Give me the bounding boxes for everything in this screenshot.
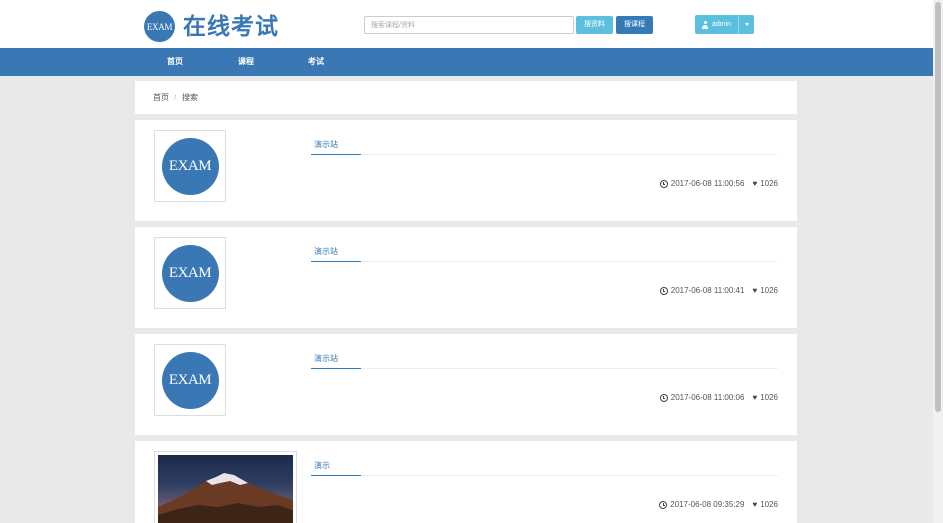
breadcrumb-separator: / bbox=[174, 93, 177, 102]
clock-icon bbox=[659, 180, 668, 188]
result-title-row: 演示 bbox=[311, 457, 778, 476]
result-card: 演示 2017-06-08 09:35:29 ♥ 1026 bbox=[135, 441, 797, 523]
result-card: EXAM 演示站 2017-06-08 11:00:41 ♥ 1026 bbox=[135, 227, 797, 328]
result-meta: 2017-06-08 11:00:56 ♥ 1026 bbox=[659, 179, 778, 189]
nav-item-exams[interactable]: 考试 bbox=[308, 48, 324, 76]
result-meta: 2017-06-08 09:35:29 ♥ 1026 bbox=[659, 500, 778, 510]
result-card: EXAM 演示站 2017-06-08 11:00:06 ♥ 1026 bbox=[135, 334, 797, 435]
result-thumbnail[interactable]: EXAM bbox=[154, 344, 226, 416]
heart-icon: ♥ bbox=[752, 500, 758, 509]
caret-down-icon bbox=[744, 23, 749, 26]
result-title-link[interactable]: 演示 bbox=[311, 457, 361, 476]
main-nav: 首页 课程 考试 bbox=[0, 48, 933, 76]
result-title-row: 演示站 bbox=[311, 136, 778, 155]
exam-logo-image: EXAM bbox=[161, 137, 219, 195]
user-button-main[interactable]: admin bbox=[695, 15, 738, 34]
result-time: 2017-06-08 11:00:56 bbox=[670, 179, 745, 188]
result-meta: 2017-06-08 11:00:06 ♥ 1026 bbox=[659, 393, 778, 403]
search-course-button[interactable]: 搜课程 bbox=[616, 16, 653, 34]
heart-icon: ♥ bbox=[752, 179, 758, 188]
search-material-button[interactable]: 搜资料 bbox=[576, 16, 613, 34]
result-title-link[interactable]: 演示站 bbox=[311, 350, 361, 369]
clock-icon bbox=[659, 394, 668, 402]
result-likes: 1026 bbox=[760, 179, 778, 188]
breadcrumb: 首页 / 搜索 bbox=[135, 81, 797, 114]
logo-icon[interactable]: EXAM bbox=[144, 11, 175, 42]
heart-icon: ♥ bbox=[752, 393, 758, 402]
result-title-link[interactable]: 演示站 bbox=[311, 136, 361, 155]
heart-icon: ♥ bbox=[752, 286, 758, 295]
result-meta: 2017-06-08 11:00:41 ♥ 1026 bbox=[659, 286, 778, 296]
result-card: EXAM 演示站 2017-06-08 11:00:56 ♥ 1026 bbox=[135, 120, 797, 221]
result-thumbnail[interactable]: EXAM bbox=[154, 130, 226, 202]
result-likes: 1026 bbox=[760, 393, 778, 402]
breadcrumb-home[interactable]: 首页 bbox=[153, 81, 169, 114]
clock-icon bbox=[659, 501, 668, 509]
result-time: 2017-06-08 09:35:29 bbox=[670, 500, 745, 509]
result-likes: 1026 bbox=[760, 500, 778, 509]
result-thumbnail[interactable] bbox=[154, 451, 297, 523]
page-scrollbar[interactable] bbox=[933, 0, 943, 523]
result-time: 2017-06-08 11:00:06 bbox=[670, 393, 745, 402]
clock-icon bbox=[659, 287, 668, 295]
top-header: EXAM 在线考试 搜资料 搜课程 admin bbox=[0, 0, 933, 48]
result-likes: 1026 bbox=[760, 286, 778, 295]
user-icon bbox=[702, 20, 709, 29]
user-menu-button[interactable]: admin bbox=[695, 15, 754, 34]
username-label: admin bbox=[711, 21, 732, 28]
result-title-link[interactable]: 演示站 bbox=[311, 243, 361, 262]
result-time: 2017-06-08 11:00:41 bbox=[670, 286, 745, 295]
scrollbar-thumb[interactable] bbox=[935, 2, 941, 412]
result-title-row: 演示站 bbox=[311, 350, 778, 369]
exam-logo-image: EXAM bbox=[161, 351, 219, 409]
result-title-row: 演示站 bbox=[311, 243, 778, 262]
breadcrumb-current: 搜索 bbox=[182, 93, 198, 102]
result-thumbnail[interactable]: EXAM bbox=[154, 237, 226, 309]
mountain-photo bbox=[158, 455, 293, 523]
nav-item-home[interactable]: 首页 bbox=[167, 48, 183, 76]
nav-item-courses[interactable]: 课程 bbox=[238, 48, 254, 76]
search-input[interactable] bbox=[364, 16, 574, 34]
user-dropdown-toggle[interactable] bbox=[738, 15, 754, 34]
exam-logo-image: EXAM bbox=[161, 244, 219, 302]
site-title[interactable]: 在线考试 bbox=[183, 10, 279, 42]
